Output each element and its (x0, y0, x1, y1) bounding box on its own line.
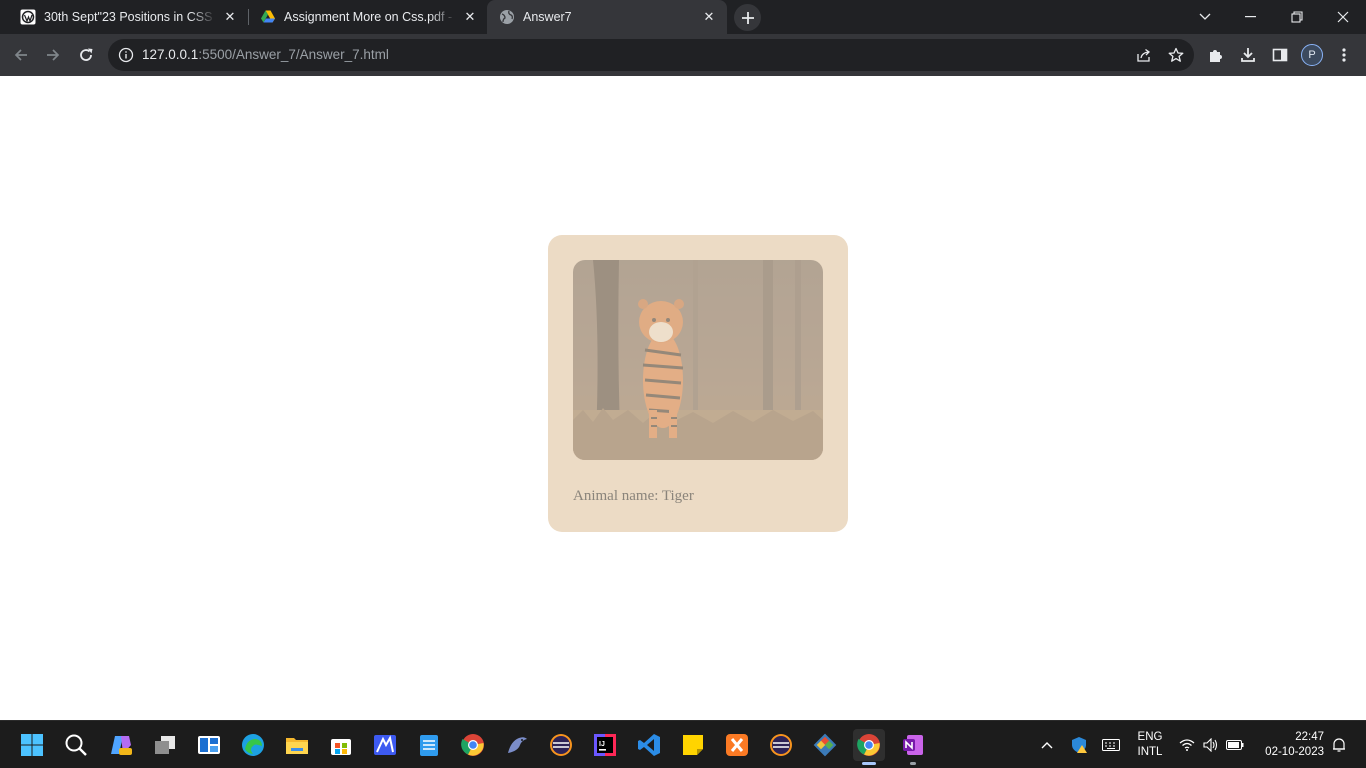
volume-icon[interactable] (1199, 729, 1223, 761)
globe-icon (499, 9, 515, 25)
extensions-button[interactable] (1202, 41, 1230, 69)
battery-icon[interactable] (1223, 729, 1247, 761)
arrow-right-icon (47, 49, 60, 61)
puzzle-icon (1210, 50, 1222, 62)
search-icon[interactable] (60, 729, 92, 761)
tab-title: Assignment More on Css.pdf - G (284, 10, 456, 24)
eclipse-alt-icon[interactable] (765, 729, 797, 761)
tab-assignment-pdf[interactable]: Assignment More on Css.pdf - G ✕ (240, 0, 488, 34)
chevron-down-icon (1199, 13, 1211, 20)
vscode-icon[interactable] (633, 729, 665, 761)
side-panel-button[interactable] (1266, 41, 1294, 69)
browser-toolbar: 127.0.0.1:5500/Answer_7/Answer_7.html (0, 34, 1366, 76)
tiger-image (573, 260, 823, 460)
edge-icon[interactable] (237, 729, 269, 761)
clock[interactable]: 22:47 02-10-2023 (1258, 730, 1324, 760)
minimize-icon (1245, 16, 1256, 18)
arrow-left-icon (14, 49, 27, 61)
layout-text: INTL (1137, 746, 1163, 758)
chrome-icon[interactable] (457, 729, 489, 761)
tab-search-button[interactable] (1182, 0, 1228, 34)
close-window-button[interactable] (1320, 0, 1366, 34)
reload-button[interactable] (72, 41, 100, 69)
tab-title: 30th Sept"23 Positions in CSS - P (44, 10, 216, 24)
info-icon[interactable] (118, 47, 134, 63)
task-view-icon[interactable] (149, 729, 181, 761)
close-icon (1337, 11, 1349, 23)
wordpress-like-icon (20, 9, 36, 25)
notifications-icon[interactable] (1328, 729, 1350, 761)
language-text: ENG (1137, 731, 1163, 743)
chevron-up-icon[interactable] (1032, 729, 1062, 761)
keyboard-icon[interactable] (1096, 729, 1126, 761)
animal-name-caption: Animal name: Tiger (573, 488, 694, 504)
widgets-icon[interactable] (193, 729, 225, 761)
reload-icon (80, 48, 93, 61)
tab-positions-in-css[interactable]: 30th Sept"23 Positions in CSS - P ✕ (0, 0, 248, 34)
new-tab-button[interactable] (734, 4, 761, 31)
security-warning-icon[interactable] (1064, 729, 1094, 761)
download-icon (1241, 48, 1255, 62)
start-icon[interactable] (16, 729, 48, 761)
date-text: 02-10-2023 (1265, 746, 1324, 758)
eclipse-icon[interactable] (545, 729, 577, 761)
power-automate-icon[interactable] (369, 729, 401, 761)
url-path: :5500/Answer_7/Answer_7.html (198, 47, 389, 62)
google-drive-icon (260, 9, 276, 25)
back-button[interactable] (7, 41, 35, 69)
store-icon[interactable] (325, 729, 357, 761)
menu-button[interactable] (1330, 41, 1358, 69)
kebab-menu-icon (1342, 48, 1346, 62)
notepad-icon[interactable] (413, 729, 445, 761)
tab-answer7[interactable]: Answer7 ✕ (487, 0, 727, 34)
git-icon[interactable] (809, 729, 841, 761)
url-host: 127.0.0.1 (142, 47, 199, 62)
close-tab-icon[interactable]: ✕ (462, 9, 478, 25)
tiger-photo (573, 260, 823, 460)
side-panel-icon (1272, 48, 1288, 62)
file-explorer-icon[interactable] (281, 729, 313, 761)
wifi-icon[interactable] (1175, 729, 1199, 761)
chrome-active-icon[interactable] (853, 729, 885, 765)
downloads-button[interactable] (1234, 41, 1262, 69)
close-tab-icon[interactable]: ✕ (701, 9, 717, 25)
xampp-icon[interactable] (721, 729, 753, 761)
tab-title: Answer7 (523, 10, 572, 24)
animal-card: Animal name: Tiger (548, 235, 848, 532)
sticky-notes-icon[interactable] (677, 729, 709, 761)
restore-button[interactable] (1274, 0, 1320, 34)
onenote-icon[interactable] (897, 729, 929, 765)
language-indicator[interactable]: ENG INTL (1132, 730, 1168, 760)
copilot-icon[interactable] (105, 729, 137, 761)
close-tab-icon[interactable]: ✕ (222, 9, 238, 25)
plus-icon (741, 11, 754, 24)
forward-button[interactable] (39, 41, 67, 69)
bookmark-button[interactable] (1162, 41, 1190, 69)
url-text[interactable]: 127.0.0.1:5500/Answer_7/Answer_7.html (142, 47, 389, 62)
share-button[interactable] (1130, 41, 1158, 69)
share-icon (1137, 48, 1151, 62)
star-icon (1168, 47, 1184, 62)
page-viewport: Animal name: Tiger (0, 76, 1366, 720)
windows-taskbar: IJ ENG INTL 22:47 02-10-2023 (0, 720, 1366, 768)
svg-text:IJ: IJ (599, 741, 605, 748)
intellij-icon[interactable]: IJ (589, 729, 621, 761)
time-text: 22:47 (1295, 731, 1324, 743)
mysql-workbench-icon[interactable] (501, 729, 533, 761)
tab-strip: 30th Sept"23 Positions in CSS - P ✕ Assi… (0, 0, 1366, 34)
restore-icon (1291, 11, 1303, 23)
minimize-button[interactable] (1228, 0, 1274, 34)
profile-avatar[interactable]: P (1301, 44, 1323, 66)
address-bar[interactable]: 127.0.0.1:5500/Answer_7/Answer_7.html (108, 39, 1194, 71)
